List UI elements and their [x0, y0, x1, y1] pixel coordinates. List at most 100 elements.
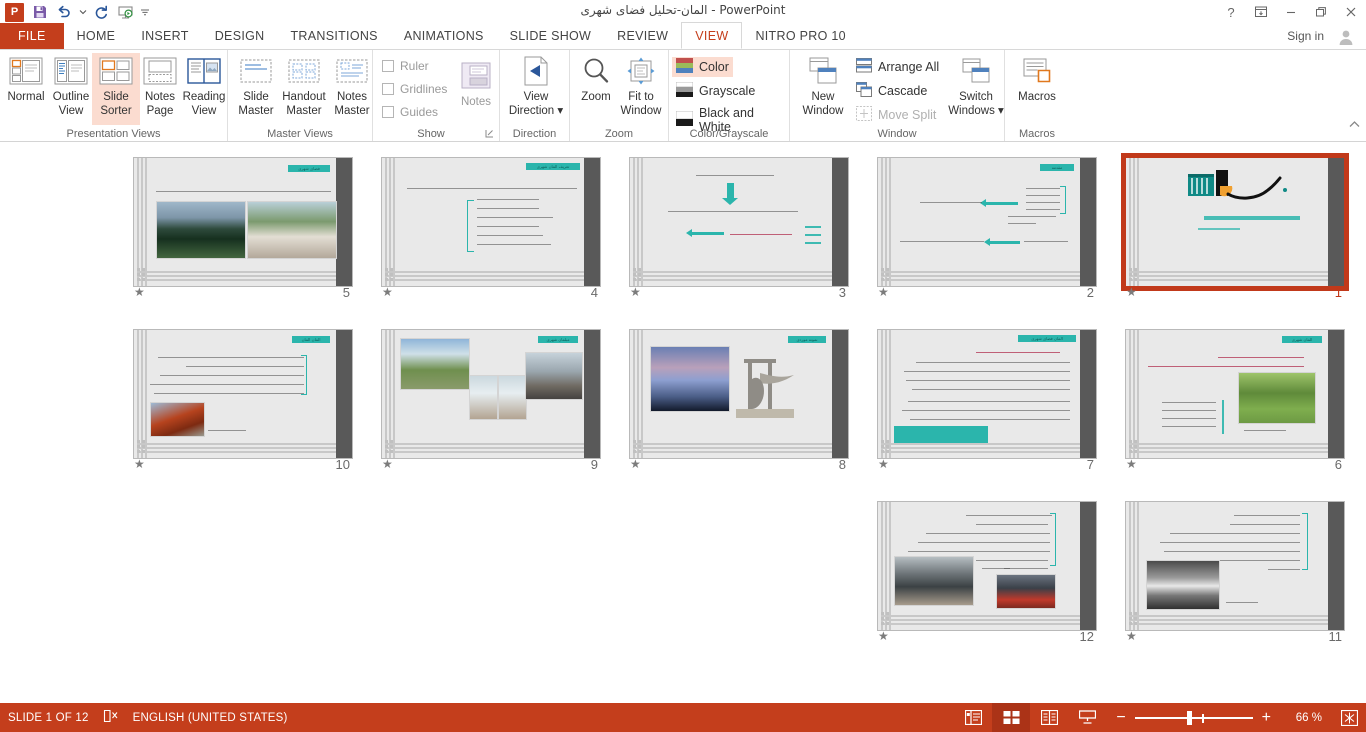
checkbox-label: Gridlines: [400, 82, 448, 96]
normal-view-button[interactable]: [954, 703, 992, 732]
tab-home[interactable]: HOME: [64, 23, 129, 49]
slide-frame[interactable]: فضای شهری: [133, 157, 353, 287]
zoom-slider[interactable]: [1134, 710, 1253, 725]
ribbon-item-cascade[interactable]: Cascade: [852, 81, 931, 101]
undo-dropdown-icon[interactable]: [77, 2, 88, 22]
animation-star-icon: ★: [630, 457, 641, 471]
ribbon-button-macros[interactable]: Macros: [1011, 53, 1063, 125]
slide-image: [498, 375, 527, 420]
close-icon[interactable]: [1336, 0, 1366, 24]
reading-view-button[interactable]: [1030, 703, 1068, 732]
ribbon-button-zoom[interactable]: Zoom: [572, 53, 620, 125]
ribbon-button-fit-to-window[interactable]: Fit to Window: [615, 53, 667, 125]
fit-slide-to-window-icon[interactable]: [1332, 703, 1366, 732]
slide-frame[interactable]: [629, 157, 849, 287]
slide-thumbnail-9[interactable]: مبلمان شهری ★ 9: [376, 324, 606, 474]
ribbon-button-notes[interactable]: Notes: [452, 58, 500, 120]
slide-thumbnail-12[interactable]: ★ 12: [872, 496, 1102, 646]
slide-thumbnail-8[interactable]: نمونه موردی ★ 8: [624, 324, 854, 474]
ribbon-button-notes-master[interactable]: Notes Master: [328, 53, 376, 125]
tab-design[interactable]: DESIGN: [202, 23, 278, 49]
slide-thumbnail-2[interactable]: مقدمه ★ 2: [872, 152, 1102, 302]
slide-frame[interactable]: نمونه موردی: [629, 329, 849, 459]
ribbon-button-view-direction[interactable]: View Direction ▾: [506, 53, 566, 125]
slide-frame[interactable]: [1121, 153, 1349, 291]
language-indicator[interactable]: ENGLISH (UNITED STATES): [133, 712, 288, 724]
tab-view[interactable]: VIEW: [681, 22, 743, 49]
guides-checkbox-box[interactable]: [382, 106, 394, 118]
ribbon-button-switch-windows[interactable]: Switch Windows ▾: [948, 53, 1004, 125]
ribbon-button-slide-master[interactable]: Slide Master: [232, 53, 280, 125]
help-icon[interactable]: ?: [1216, 0, 1246, 24]
ribbon-button-new-window[interactable]: New Window: [794, 53, 852, 125]
ribbon-button-slide-sorter[interactable]: Slide Sorter: [92, 53, 140, 125]
slide-thumbnail-11[interactable]: ★ 11: [1120, 496, 1350, 646]
ribbon-button-label: Notes: [460, 96, 492, 108]
slide-arrow: [980, 199, 1018, 207]
slide-image: [469, 375, 498, 420]
zoom-level-label[interactable]: 66 %: [1280, 712, 1322, 724]
slide-indicator[interactable]: SLIDE 1 OF 12: [8, 712, 89, 724]
slide-number: 8: [838, 457, 846, 472]
tab-file[interactable]: FILE: [0, 23, 64, 49]
master-left-bars: [385, 330, 399, 458]
slide-frame[interactable]: المان المان: [133, 329, 353, 459]
ribbon-button-outline-view[interactable]: Outline View: [47, 53, 95, 125]
spell-check-icon[interactable]: [103, 709, 119, 726]
tab-insert[interactable]: INSERT: [128, 23, 201, 49]
tab-animations[interactable]: ANIMATIONS: [391, 23, 497, 49]
zoom-in-button[interactable]: +: [1262, 709, 1271, 727]
tab-slide-show[interactable]: SLIDE SHOW: [497, 23, 605, 49]
slide-frame[interactable]: [1125, 501, 1345, 631]
slide-thumbnail-3[interactable]: ★ 3: [624, 152, 854, 302]
zoom-slider-thumb[interactable]: [1186, 710, 1192, 725]
master-bottom-bars: [1129, 269, 1328, 281]
ribbon-item-arrange-all[interactable]: Arrange All: [852, 57, 943, 77]
slide-frame[interactable]: مبلمان شهری: [381, 329, 601, 459]
checkbox-ruler[interactable]: Ruler: [382, 59, 429, 73]
collapse-ribbon-icon[interactable]: [1349, 120, 1360, 132]
slide-frame[interactable]: مقدمه: [877, 157, 1097, 287]
avatar-icon[interactable]: [1334, 26, 1358, 48]
slide-thumbnail-10[interactable]: المان المان ★ 10: [128, 324, 358, 474]
minimize-icon[interactable]: [1276, 0, 1306, 24]
slide-show-button[interactable]: [1068, 703, 1106, 732]
slide-frame[interactable]: [877, 501, 1097, 631]
checkbox-gridlines[interactable]: Gridlines: [382, 82, 447, 96]
powerpoint-logo-icon: P: [5, 2, 24, 22]
slide-thumbnail-4[interactable]: تعریف المان شهری ★ 4: [376, 152, 606, 302]
restore-icon[interactable]: [1306, 0, 1336, 24]
master-left-bars: [881, 158, 895, 286]
tab-nitro-pro[interactable]: NITRO PRO 10: [742, 23, 858, 49]
ribbon-button-normal-view[interactable]: Normal: [2, 53, 50, 125]
slide-thumbnail-7[interactable]: المان فضای شهری ★ 7: [872, 324, 1102, 474]
undo-icon[interactable]: [53, 2, 75, 22]
master-grid-dots: [881, 612, 894, 625]
zoom-out-button[interactable]: −: [1116, 709, 1125, 727]
checkbox-guides[interactable]: Guides: [382, 105, 438, 119]
ribbon-button-reading-view[interactable]: Reading View: [180, 53, 228, 125]
gridlines-checkbox-box[interactable]: [382, 83, 394, 95]
slide-thumbnail-6[interactable]: المان شهری ★ 6: [1120, 324, 1350, 474]
ruler-checkbox-box[interactable]: [382, 60, 394, 72]
sign-in-link[interactable]: Sign in: [1287, 29, 1324, 43]
ribbon-button-notes-page[interactable]: Notes Page: [136, 53, 184, 125]
slide-sorter-view-button[interactable]: [992, 703, 1031, 732]
slide-sorter-area[interactable]: فضای شهری ★ 5 تعریف المان شهری ★ 4 ★ 3 م…: [0, 143, 1366, 703]
master-bottom-bars: [1129, 613, 1328, 625]
customize-qat-icon[interactable]: [138, 2, 152, 22]
tab-review[interactable]: REVIEW: [604, 23, 681, 49]
ribbon-display-options-icon[interactable]: [1246, 0, 1276, 24]
slide-frame[interactable]: المان شهری: [1125, 329, 1345, 459]
start-from-beginning-icon[interactable]: [114, 2, 136, 22]
slide-frame[interactable]: المان فضای شهری: [877, 329, 1097, 459]
tab-transitions[interactable]: TRANSITIONS: [277, 23, 390, 49]
slide-thumbnail-5[interactable]: فضای شهری ★ 5: [128, 152, 358, 302]
ribbon-button-handout-master[interactable]: Handout Master: [276, 53, 332, 125]
slide-frame[interactable]: تعریف المان شهری: [381, 157, 601, 287]
ribbon-item-color[interactable]: Color: [672, 57, 733, 77]
redo-icon[interactable]: [90, 2, 112, 22]
save-icon[interactable]: [29, 2, 51, 22]
slide-thumbnail-1[interactable]: ★ 1: [1120, 152, 1350, 302]
ribbon-item-grayscale[interactable]: Grayscale: [672, 81, 759, 101]
